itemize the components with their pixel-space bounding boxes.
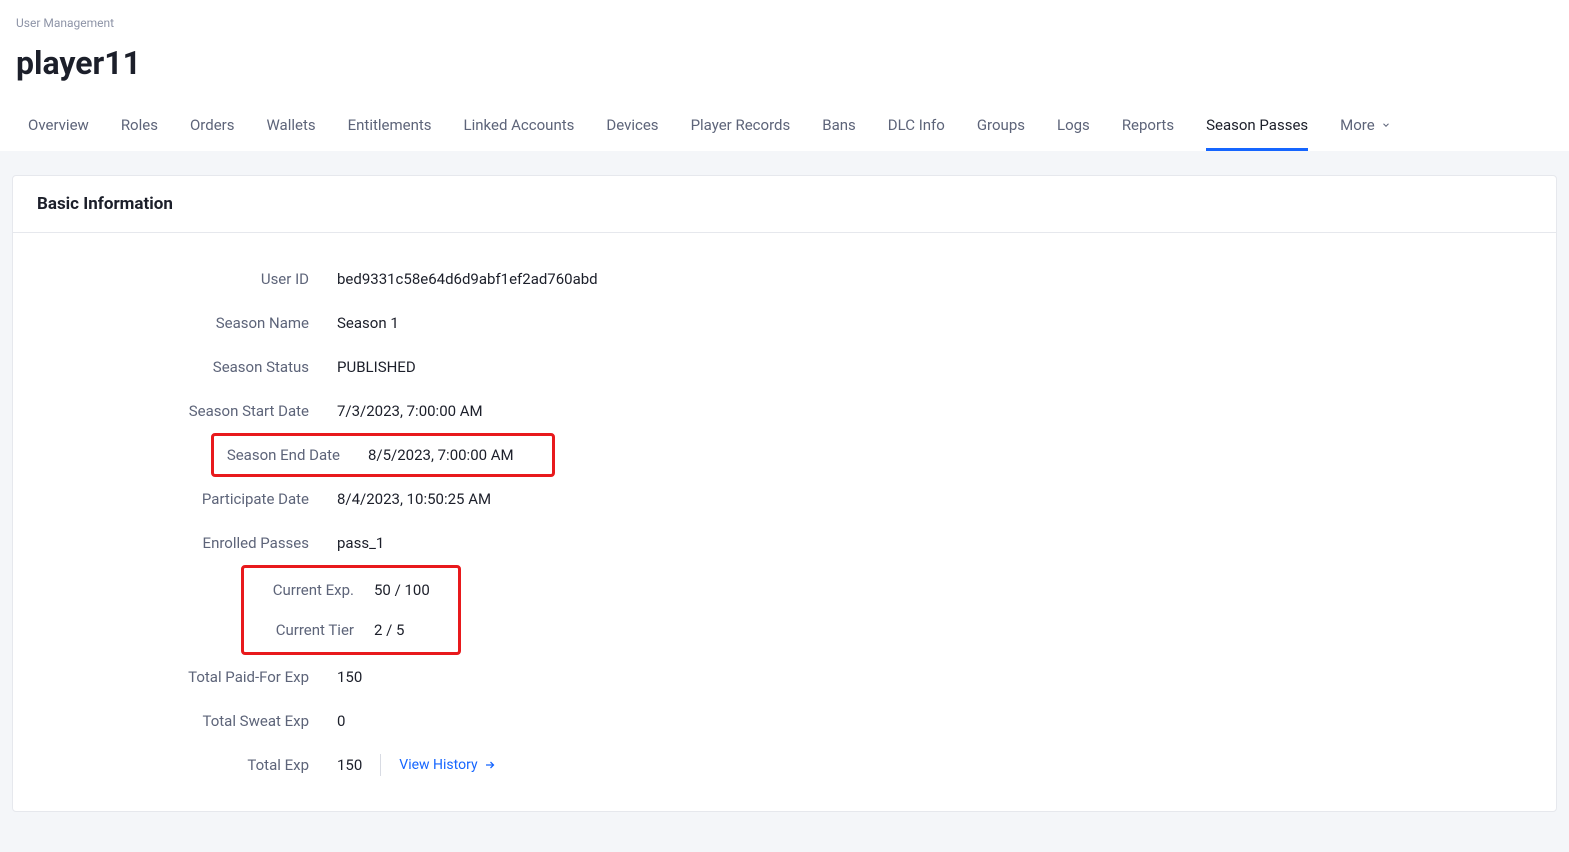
page-title: player11 — [16, 44, 1553, 82]
value-total-paidfor-exp: 150 — [337, 668, 362, 686]
label-season-end: Season End Date — [214, 446, 340, 464]
label-enrolled-passes: Enrolled Passes — [37, 534, 337, 552]
tab-reports[interactable]: Reports — [1122, 106, 1174, 151]
view-history-link[interactable]: View History — [380, 754, 495, 776]
label-season-status: Season Status — [37, 358, 337, 376]
row-current-exp: Current Exp. 50 / 100 — [244, 570, 458, 610]
value-season-status: PUBLISHED — [337, 358, 416, 376]
value-total-sweat-exp: 0 — [337, 712, 345, 730]
tab-more[interactable]: More — [1340, 106, 1391, 151]
row-enrolled-passes: Enrolled Passes pass_1 — [37, 521, 1532, 565]
value-participate-date: 8/4/2023, 10:50:25 AM — [337, 490, 491, 508]
breadcrumb[interactable]: User Management — [16, 16, 1553, 30]
label-participate-date: Participate Date — [37, 490, 337, 508]
highlight-season-end: Season End Date 8/5/2023, 7:00:00 AM — [211, 433, 555, 477]
row-current-tier: Current Tier 2 / 5 — [244, 610, 458, 650]
label-current-exp: Current Exp. — [244, 581, 354, 599]
card-title: Basic Information — [37, 194, 1532, 214]
tab-entitlements[interactable]: Entitlements — [348, 106, 432, 151]
row-season-start: Season Start Date 7/3/2023, 7:00:00 AM — [37, 389, 1532, 433]
row-season-name: Season Name Season 1 — [37, 301, 1532, 345]
tab-overview[interactable]: Overview — [28, 106, 89, 151]
tab-wallets[interactable]: Wallets — [266, 106, 315, 151]
row-user-id: User ID bed9331c58e64d6d9abf1ef2ad760abd — [37, 257, 1532, 301]
tab-player-records[interactable]: Player Records — [691, 106, 791, 151]
tab-devices[interactable]: Devices — [606, 106, 658, 151]
info-list: User ID bed9331c58e64d6d9abf1ef2ad760abd… — [13, 233, 1556, 811]
tab-groups[interactable]: Groups — [977, 106, 1025, 151]
value-season-start: 7/3/2023, 7:00:00 AM — [337, 402, 483, 420]
tab-season-passes[interactable]: Season Passes — [1206, 106, 1308, 151]
highlight-current-exp-tier: Current Exp. 50 / 100 Current Tier 2 / 5 — [241, 565, 461, 655]
total-exp-value-group: 150 View History — [337, 754, 496, 776]
basic-info-card: Basic Information User ID bed9331c58e64d… — [12, 175, 1557, 812]
arrow-right-icon — [484, 759, 496, 771]
value-season-end: 8/5/2023, 7:00:00 AM — [340, 446, 514, 464]
row-total-exp: Total Exp 150 View History — [37, 743, 1532, 787]
tab-dlc-info[interactable]: DLC Info — [888, 106, 945, 151]
tab-orders[interactable]: Orders — [190, 106, 235, 151]
value-season-name: Season 1 — [337, 314, 399, 332]
value-current-exp: 50 / 100 — [354, 581, 430, 599]
chevron-down-icon — [1381, 120, 1391, 130]
tab-roles[interactable]: Roles — [121, 106, 158, 151]
label-total-exp: Total Exp — [37, 756, 337, 774]
tab-bans[interactable]: Bans — [822, 106, 856, 151]
tabs: Overview Roles Orders Wallets Entitlemen… — [16, 106, 1553, 151]
label-user-id: User ID — [37, 270, 337, 288]
tab-more-label: More — [1340, 116, 1375, 134]
label-total-sweat-exp: Total Sweat Exp — [37, 712, 337, 730]
label-total-paidfor-exp: Total Paid-For Exp — [37, 668, 337, 686]
view-history-label: View History — [399, 757, 477, 773]
label-current-tier: Current Tier — [244, 621, 354, 639]
card-header: Basic Information — [13, 176, 1556, 233]
value-user-id: bed9331c58e64d6d9abf1ef2ad760abd — [337, 270, 598, 288]
tab-linked-accounts[interactable]: Linked Accounts — [464, 106, 575, 151]
row-total-sweat-exp: Total Sweat Exp 0 — [37, 699, 1532, 743]
value-enrolled-passes: pass_1 — [337, 534, 384, 552]
row-participate-date: Participate Date 8/4/2023, 10:50:25 AM — [37, 477, 1532, 521]
header-region: User Management player11 Overview Roles … — [0, 0, 1569, 151]
content-background: Basic Information User ID bed9331c58e64d… — [0, 151, 1569, 852]
value-current-tier: 2 / 5 — [354, 621, 405, 639]
value-total-exp: 150 — [337, 756, 362, 774]
label-season-start: Season Start Date — [37, 402, 337, 420]
label-season-name: Season Name — [37, 314, 337, 332]
row-total-paidfor-exp: Total Paid-For Exp 150 — [37, 655, 1532, 699]
tab-logs[interactable]: Logs — [1057, 106, 1090, 151]
row-season-status: Season Status PUBLISHED — [37, 345, 1532, 389]
